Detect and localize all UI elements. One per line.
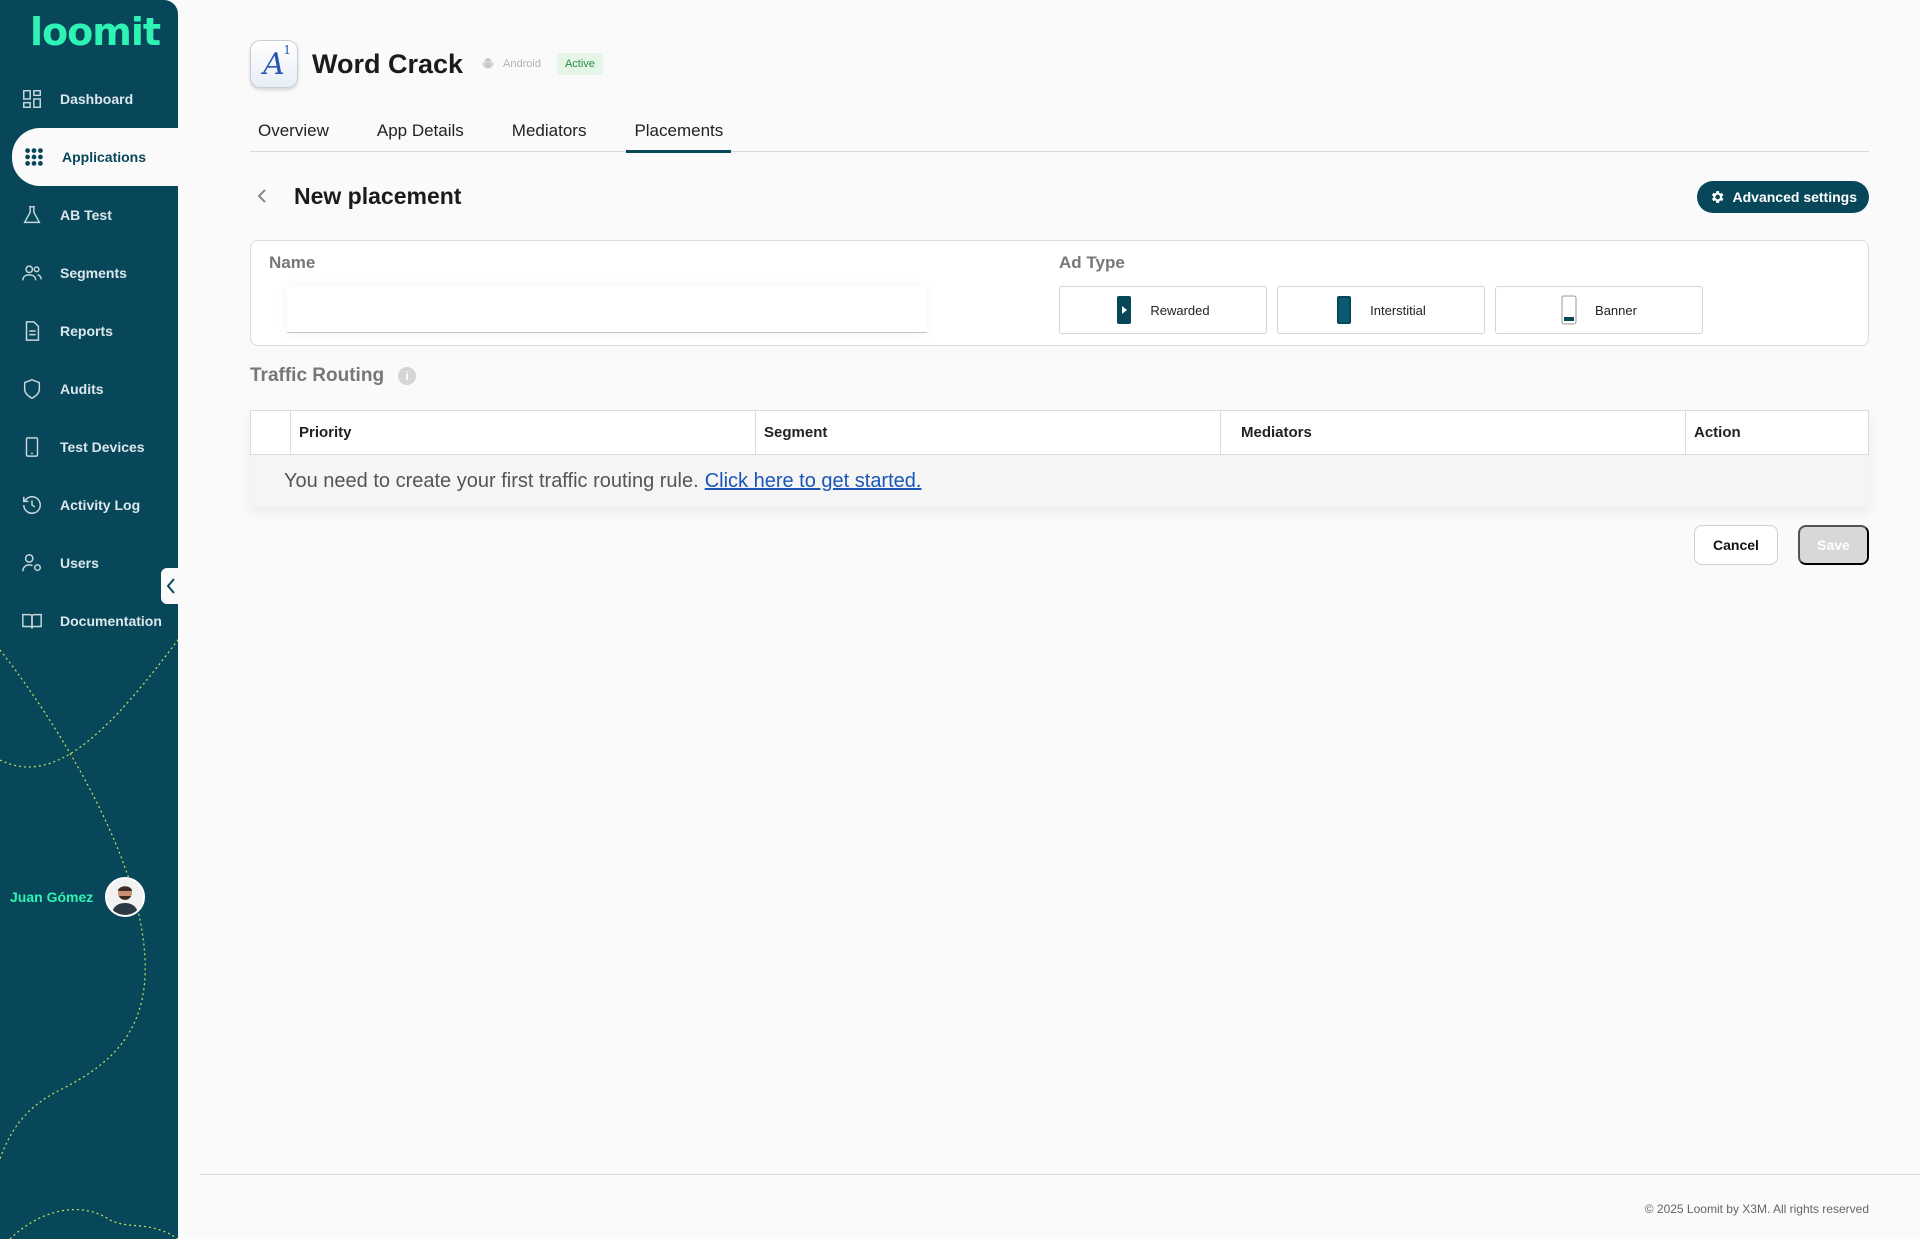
copyright-text: © 2025 Loomit by X3M. All rights reserve… (1644, 1202, 1869, 1216)
column-header-handle (251, 411, 291, 454)
sidebar-item-label: Reports (60, 323, 113, 339)
ad-type-label-text: Banner (1595, 302, 1637, 318)
avatar-icon (112, 886, 139, 915)
ad-type-banner[interactable]: Banner (1495, 286, 1703, 334)
sidebar-nav: Dashboard Applications AB Test Segments … (0, 70, 178, 650)
history-icon (20, 493, 44, 517)
user-profile[interactable]: Juan Gómez (10, 877, 146, 917)
table-header: Priority Segment Mediators Action (250, 410, 1869, 455)
ad-type-label-text: Interstitial (1370, 302, 1426, 318)
sidebar-item-audits[interactable]: Audits (0, 360, 178, 418)
avatar[interactable] (105, 877, 146, 917)
sidebar: loomit Dashboard Applications AB Test Se… (0, 0, 178, 1239)
user-name: Juan Gómez (10, 889, 94, 905)
advanced-settings-button[interactable]: Advanced settings (1696, 181, 1869, 213)
sidebar-item-reports[interactable]: Reports (0, 302, 178, 360)
app-header: A1 Word Crack Android Active (250, 40, 603, 88)
platform-label: Android (481, 57, 541, 71)
phone-icon (20, 435, 44, 459)
logo[interactable]: loomit (30, 10, 161, 54)
page-title: New placement (294, 182, 462, 209)
user-settings-icon (20, 551, 44, 575)
sidebar-item-label: AB Test (60, 207, 112, 223)
tab-mediators[interactable]: Mediators (504, 118, 595, 152)
sidebar-item-applications[interactable]: Applications (12, 128, 178, 186)
traffic-routing-heading: Traffic Routing i (250, 365, 417, 387)
name-label: Name (269, 253, 316, 272)
column-header-action: Action (1694, 424, 1741, 441)
sidebar-item-label: Activity Log (60, 497, 141, 513)
get-started-link[interactable]: Click here to get started. (705, 470, 922, 493)
column-header-mediators: Mediators (1221, 411, 1686, 454)
sidebar-item-documentation[interactable]: Documentation (0, 592, 178, 650)
back-button[interactable] (250, 184, 274, 208)
info-icon[interactable]: i (398, 367, 417, 385)
placement-header: New placement Advanced settings (250, 180, 1869, 213)
empty-state-message: You need to create your first traffic ro… (284, 469, 699, 492)
app-title: Word Crack (312, 48, 464, 79)
sidebar-item-label: Test Devices (60, 439, 145, 455)
traffic-routing-table: Priority Segment Mediators Action You ne… (250, 410, 1869, 507)
tab-overview[interactable]: Overview (250, 118, 337, 152)
app-icon: A1 (250, 40, 298, 88)
sidebar-item-label: Applications (62, 149, 147, 165)
sidebar-item-test-devices[interactable]: Test Devices (0, 418, 178, 476)
ad-type-label: Ad Type (1059, 253, 1125, 272)
grid-icon (22, 145, 46, 169)
rewarded-device-icon (1117, 296, 1132, 324)
main-content: A1 Word Crack Android Active Overview Ap… (200, 0, 1920, 1239)
sidebar-item-label: Audits (60, 381, 104, 397)
flask-icon (20, 203, 44, 227)
app-tabs: Overview App Details Mediators Placement… (250, 118, 1869, 153)
sidebar-item-ab-test[interactable]: AB Test (0, 186, 178, 244)
sidebar-item-label: Dashboard (60, 91, 134, 107)
cancel-button[interactable]: Cancel (1694, 525, 1778, 565)
column-header-priority: Priority (291, 411, 756, 454)
sidebar-item-activity-log[interactable]: Activity Log (0, 476, 178, 534)
traffic-routing-title: Traffic Routing (250, 365, 385, 386)
dashboard-icon (20, 87, 44, 111)
ad-type-rewarded[interactable]: Rewarded (1059, 286, 1267, 334)
save-button[interactable]: Save (1798, 525, 1869, 565)
sidebar-item-dashboard[interactable]: Dashboard (0, 70, 178, 128)
gear-icon (1711, 191, 1723, 203)
status-badge: Active (556, 53, 603, 75)
sidebar-item-label: Segments (60, 265, 127, 281)
interstitial-device-icon (1337, 296, 1352, 324)
placement-form-card: Name Ad Type Rewarded Interstitial Banne… (250, 240, 1869, 346)
shield-icon (20, 377, 44, 401)
footer: © 2025 Loomit by X3M. All rights reserve… (200, 1174, 1920, 1239)
document-icon (20, 319, 44, 343)
sidebar-item-segments[interactable]: Segments (0, 244, 178, 302)
empty-state-row: You need to create your first traffic ro… (250, 455, 1869, 507)
ad-type-interstitial[interactable]: Interstitial (1277, 286, 1485, 334)
tab-placements[interactable]: Placements (626, 118, 732, 153)
ad-type-label-text: Rewarded (1150, 302, 1210, 318)
collapse-sidebar-button[interactable] (161, 568, 181, 604)
tab-app-details[interactable]: App Details (369, 118, 472, 152)
platform-text: Android (503, 58, 541, 70)
column-header-segment: Segment (756, 411, 1221, 454)
sidebar-item-label: Users (60, 555, 99, 571)
android-icon (482, 58, 494, 69)
sidebar-item-users[interactable]: Users (0, 534, 178, 592)
book-icon (20, 609, 44, 633)
users-icon (20, 261, 44, 285)
chevron-left-icon (166, 578, 175, 594)
advanced-settings-label: Advanced settings (1732, 189, 1857, 205)
chevron-left-icon (257, 189, 266, 203)
banner-device-icon (1561, 295, 1577, 325)
name-input[interactable] (287, 287, 927, 333)
sidebar-item-label: Documentation (60, 613, 162, 629)
